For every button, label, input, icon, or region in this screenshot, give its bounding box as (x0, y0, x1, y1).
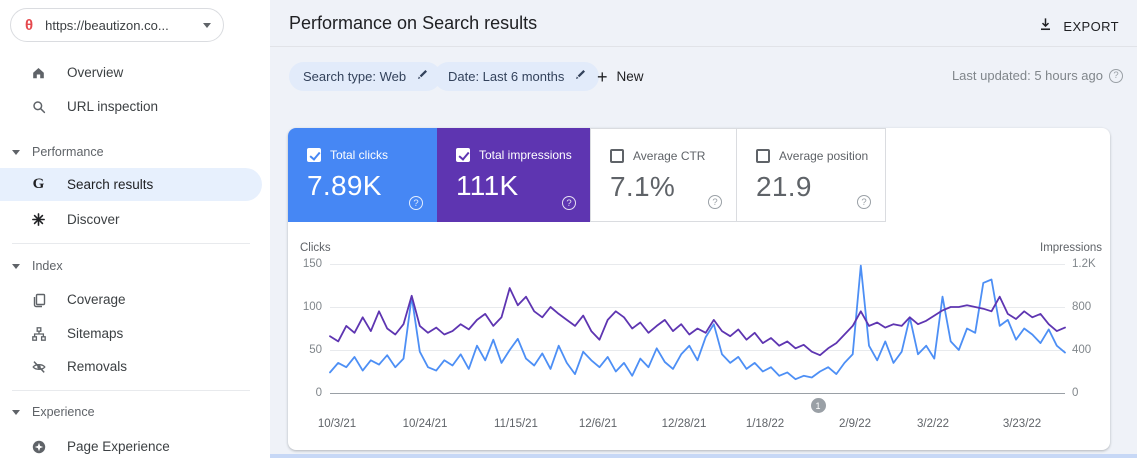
x-axis-tick: 12/28/21 (662, 418, 707, 430)
filter-chip-search-type[interactable]: Search type: Web (289, 62, 441, 91)
page-title: Performance on Search results (289, 13, 537, 34)
chip-label: Search type: Web (303, 69, 406, 84)
sitemaps-tree-icon (30, 325, 47, 342)
section-label: Experience (32, 405, 95, 419)
left-axis-tick: 50 (270, 344, 322, 356)
sidebar-item-overview[interactable]: Overview (0, 56, 262, 89)
site-favicon-icon: θ (25, 18, 33, 33)
right-axis-tick: 800 (1072, 301, 1091, 313)
sidebar-section-performance[interactable]: Performance (0, 141, 262, 163)
bottom-scroll-strip[interactable] (270, 454, 1137, 458)
metric-label: Total impressions (479, 148, 572, 162)
new-filter-label: New (617, 69, 644, 84)
property-url: https://beautizon.co... (45, 18, 197, 33)
sidebar-item-label: Page Experience (67, 439, 170, 454)
checkbox-checked-icon[interactable] (456, 148, 470, 162)
plus-icon: + (597, 68, 608, 86)
last-updated: Last updated: 5 hours ago (952, 68, 1123, 83)
sidebar-item-removals[interactable]: Removals (0, 350, 262, 383)
export-button[interactable]: EXPORT (1032, 13, 1125, 39)
section-label: Performance (32, 145, 104, 159)
sidebar-item-label: Discover (67, 212, 120, 227)
sidebar-item-label: URL inspection (67, 99, 158, 114)
divider (270, 46, 1137, 47)
new-filter-button[interactable]: + New (597, 62, 644, 91)
x-axis-tick: 3/23/22 (1003, 418, 1041, 430)
x-axis-tick: 3/2/22 (917, 418, 949, 430)
sidebar-item-label: Search results (67, 177, 153, 192)
right-axis-tick: 0 (1072, 387, 1078, 399)
sidebar-item-page-experience[interactable]: Page Experience (0, 430, 262, 458)
x-axis-tick: 2/9/22 (839, 418, 871, 430)
sidebar: θ https://beautizon.co... Overview URL i… (0, 0, 270, 458)
search-console-app: θ https://beautizon.co... Overview URL i… (0, 0, 1137, 458)
right-axis-title: Impressions (1040, 242, 1100, 254)
sidebar-item-label: Overview (67, 65, 123, 80)
checkbox-checked-icon[interactable] (307, 148, 321, 162)
chevron-down-icon (12, 264, 20, 269)
chevron-down-icon (12, 410, 20, 415)
checkbox-unchecked-icon[interactable] (756, 149, 770, 163)
chart-annotation-marker[interactable]: 1 (811, 398, 826, 413)
left-axis-title: Clicks (300, 242, 331, 254)
metric-tile-total-impressions[interactable]: Total impressions 111K (437, 128, 590, 222)
checkbox-unchecked-icon[interactable] (610, 149, 624, 163)
filter-chip-date[interactable]: Date: Last 6 months (434, 62, 599, 91)
metric-tile-average-ctr[interactable]: Average CTR 7.1% (590, 128, 737, 222)
home-icon (30, 64, 47, 81)
sidebar-section-experience[interactable]: Experience (0, 401, 262, 423)
left-axis-tick: 150 (270, 258, 322, 270)
help-icon[interactable] (1109, 69, 1123, 83)
sidebar-item-coverage[interactable]: Coverage (0, 283, 262, 316)
metric-label: Average position (779, 149, 868, 163)
export-label: EXPORT (1063, 19, 1119, 34)
help-icon[interactable] (409, 196, 423, 210)
x-axis-tick: 12/6/21 (579, 418, 617, 430)
x-axis-tick: 1/18/22 (746, 418, 784, 430)
metric-tile-total-clicks[interactable]: Total clicks 7.89K (288, 128, 437, 222)
gridline-zero (330, 393, 1065, 394)
discover-asterisk-icon (30, 211, 47, 228)
metric-label: Average CTR (633, 149, 705, 163)
chevron-down-icon (12, 150, 20, 155)
search-icon (30, 98, 47, 115)
sidebar-item-label: Sitemaps (67, 326, 123, 341)
right-axis-tick: 1.2K (1072, 258, 1096, 270)
section-label: Index (32, 259, 63, 273)
edit-pencil-icon (415, 68, 429, 85)
left-axis-tick: 100 (270, 301, 322, 313)
divider (12, 243, 250, 244)
help-icon[interactable] (708, 195, 722, 209)
download-icon (1038, 17, 1053, 35)
coverage-pages-icon (30, 291, 47, 308)
performance-line-chart[interactable] (330, 264, 1065, 393)
page-experience-icon (30, 438, 47, 455)
edit-pencil-icon (573, 68, 587, 85)
chevron-down-icon (203, 23, 211, 28)
property-selector[interactable]: θ https://beautizon.co... (10, 8, 224, 42)
help-icon[interactable] (562, 196, 576, 210)
last-updated-text: Last updated: 5 hours ago (952, 68, 1103, 83)
sidebar-item-label: Coverage (67, 292, 126, 307)
sidebar-item-discover[interactable]: Discover (0, 203, 262, 236)
sidebar-item-sitemaps[interactable]: Sitemaps (0, 317, 262, 350)
left-axis-tick: 0 (270, 387, 322, 399)
sidebar-item-label: Removals (67, 359, 127, 374)
chip-label: Date: Last 6 months (448, 69, 564, 84)
help-icon[interactable] (857, 195, 871, 209)
removals-eye-off-icon (30, 358, 47, 375)
sidebar-item-search-results[interactable]: G Search results (0, 168, 262, 201)
x-axis-tick: 10/3/21 (318, 418, 356, 430)
x-axis-tick: 10/24/21 (403, 418, 448, 430)
sidebar-section-index[interactable]: Index (0, 255, 262, 277)
metric-tile-average-position[interactable]: Average position 21.9 (736, 128, 886, 222)
series-clicks-line (330, 266, 1065, 380)
divider (12, 390, 250, 391)
right-axis-tick: 400 (1072, 344, 1091, 356)
google-g-icon: G (30, 176, 47, 193)
x-axis-tick: 11/15/21 (494, 418, 538, 430)
sidebar-item-url-inspection[interactable]: URL inspection (0, 90, 262, 123)
metric-label: Total clicks (330, 148, 388, 162)
